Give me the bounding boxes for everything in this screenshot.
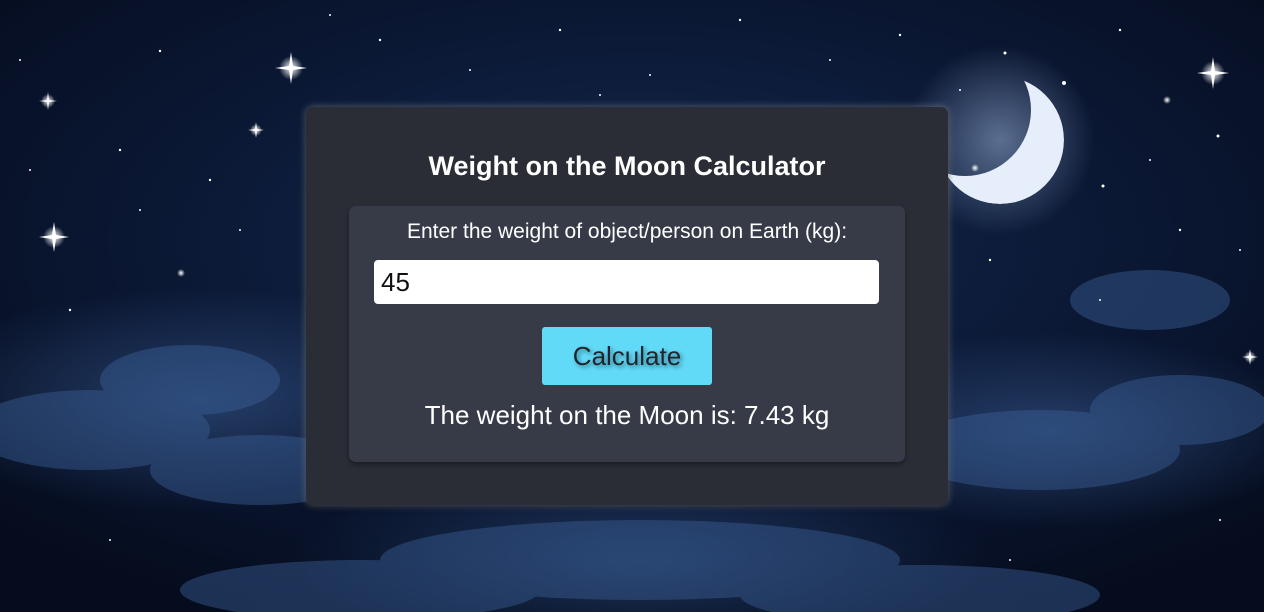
page-title: Weight on the Moon Calculator (428, 151, 826, 181)
earth-weight-input[interactable] (374, 260, 879, 304)
calculator-form-panel: Enter the weight of object/person on Ear… (349, 206, 905, 462)
weight-input-label: Enter the weight of object/person on Ear… (406, 220, 848, 243)
calculator-card: Weight on the Moon Calculator Enter the … (306, 107, 948, 505)
moon-weight-result: The weight on the Moon is: 7.43 kg (424, 400, 830, 430)
calculate-button[interactable]: Calculate (542, 327, 712, 385)
